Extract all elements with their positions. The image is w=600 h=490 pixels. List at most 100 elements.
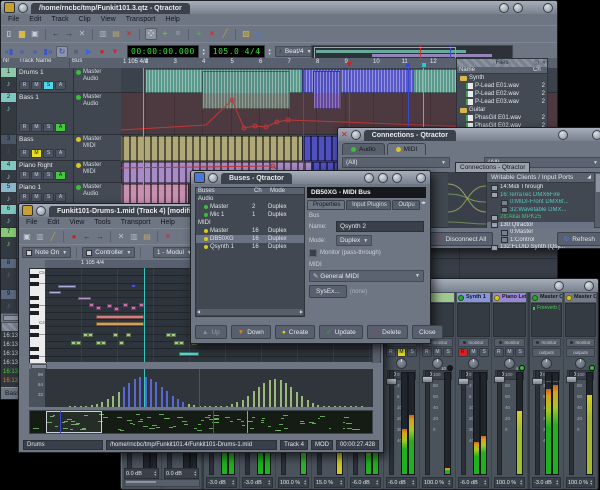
punch-icon[interactable]: ▼ <box>110 47 120 57</box>
track-a-button[interactable]: A <box>55 193 66 202</box>
disconnect-all-button[interactable]: ✕ Disconnect All <box>430 232 493 246</box>
backward-start-icon[interactable]: «▮ <box>4 47 14 57</box>
midi-note[interactable] <box>171 333 176 337</box>
velocity-bar[interactable] <box>236 402 238 407</box>
create-button[interactable]: ● Create <box>275 325 315 339</box>
strip-r-button[interactable]: R <box>422 348 432 357</box>
black-key[interactable] <box>30 333 39 337</box>
file-item[interactable]: Guitar <box>457 106 547 114</box>
black-key[interactable] <box>30 311 39 315</box>
time-spinner[interactable]: ▲ ▼ <box>202 48 206 56</box>
monitor-checkbox[interactable] <box>309 249 317 257</box>
midi-note[interactable] <box>114 307 119 311</box>
midi-note[interactable] <box>58 285 76 288</box>
fader-track[interactable] <box>389 370 394 475</box>
cut-icon[interactable]: ✕ <box>116 232 126 242</box>
paste-icon[interactable]: ▤ <box>142 232 152 242</box>
midi-note[interactable] <box>96 315 144 319</box>
col-nr[interactable]: Nr <box>1 58 19 68</box>
edit-draw-icon[interactable]: ╱ <box>48 232 58 242</box>
strip-m-button[interactable]: M <box>433 348 443 357</box>
velocity-bar[interactable] <box>69 406 71 408</box>
bus-item[interactable]: Qsynth 1 16 Duplex <box>196 243 304 251</box>
midi-clip-bass[interactable] <box>121 136 304 161</box>
client-port-item[interactable]: 16:TerraTec DMX6Fire <box>487 192 595 200</box>
strip-label[interactable]: Piano Left <box>493 293 526 302</box>
undo-icon[interactable]: ← <box>51 29 61 39</box>
open-session-icon[interactable]: ▆ <box>17 29 27 39</box>
velocity-bar[interactable] <box>80 406 82 408</box>
monitor-button[interactable]: monitor <box>566 338 595 347</box>
velocity-bar[interactable] <box>74 406 76 408</box>
black-key[interactable] <box>30 274 39 278</box>
plugin-item[interactable]: Freeverb ( <box>533 305 560 311</box>
client-port-item[interactable]: 0:MIDI-Front DMX6f... <box>487 199 595 207</box>
menu-file[interactable]: File <box>8 16 19 23</box>
gain-spinbox[interactable]: 100.0 % ▲ ▼ <box>422 477 453 488</box>
bus-group[interactable]: Audio <box>196 195 304 203</box>
velocity-bar[interactable] <box>312 403 314 407</box>
strip-m-button[interactable]: M <box>505 348 515 357</box>
files-float-icon[interactable]: ◱ <box>534 60 539 66</box>
bus-item[interactable]: Mic 1 1 Duplex <box>196 211 304 219</box>
midi-note[interactable] <box>113 333 118 337</box>
up-button[interactable]: ▲ Up <box>195 325 227 339</box>
plugin-list[interactable] <box>457 303 490 337</box>
close-button[interactable] <box>543 3 553 13</box>
gain-spinbox[interactable]: -6.0 dB ▲ ▼ <box>458 477 489 488</box>
velocity-bar[interactable] <box>274 379 276 407</box>
velocity-bar[interactable] <box>296 392 298 407</box>
connections-titlebar[interactable]: ✕ Connections - Qtractor <box>338 128 600 141</box>
velocity-bar[interactable] <box>128 383 130 407</box>
velocity-bar[interactable] <box>355 406 357 408</box>
strip-s-button[interactable]: S <box>407 348 417 357</box>
strip-s-button[interactable]: S <box>443 348 453 357</box>
menu-clip[interactable]: Clip <box>79 16 91 23</box>
buses-tree-panel[interactable]: Buses Ch Mode Audio Master 2 Duplex Mic 1 1 Du… <box>195 187 305 317</box>
velocity-bar[interactable] <box>263 383 265 407</box>
loop-icon[interactable]: ↻ <box>56 46 68 58</box>
midi-menu-edit[interactable]: Edit <box>47 219 59 226</box>
gain-spinbox[interactable]: -3.0 dB ▲ ▼ <box>532 477 561 488</box>
mixer-minimize[interactable] <box>554 281 564 291</box>
monitor-button[interactable]: monitor <box>494 338 525 347</box>
event-type-combo[interactable]: Note On ▼ <box>22 247 71 258</box>
instrument-combo[interactable]: ✎ General MIDI ▼ <box>309 270 424 282</box>
record-icon[interactable]: ● <box>97 47 107 57</box>
black-key[interactable] <box>30 296 39 300</box>
file-item[interactable]: Synth <box>457 74 547 82</box>
redo-icon[interactable]: → <box>95 232 105 242</box>
velocity-bar[interactable] <box>226 406 228 408</box>
backward-icon[interactable]: « <box>17 47 27 57</box>
strip-s-button[interactable]: S <box>515 348 525 357</box>
velocity-bar[interactable] <box>301 396 303 407</box>
midi-menu-file[interactable]: File <box>26 219 37 226</box>
bus-group[interactable]: MIDI <box>196 219 304 227</box>
properties-icon[interactable]: ▥ <box>35 232 45 242</box>
buses-titlebar[interactable]: Buses - Qtractor <box>191 171 430 184</box>
plugin-list[interactable] <box>565 303 596 337</box>
strip-label[interactable]: Synth 1 <box>457 293 490 302</box>
bus-item[interactable]: DB50XG 16 Duplex <box>196 235 304 243</box>
velocity-bar[interactable] <box>328 406 330 408</box>
new-session-icon[interactable]: ▯ <box>4 29 14 39</box>
track-a-button[interactable]: A <box>55 123 66 132</box>
stop-icon[interactable]: ■ <box>71 47 81 57</box>
track-row[interactable]: 4 ♪ Piano Right R M S A Master MIDI <box>1 161 121 183</box>
gain-spinbox[interactable]: -3.0 dB ▲ ▼ <box>242 477 273 488</box>
midi-note[interactable] <box>179 352 199 356</box>
fader-handle[interactable] <box>386 378 397 385</box>
strip-label[interactable]: Master Ou <box>531 293 562 302</box>
midi-note[interactable] <box>78 297 91 300</box>
fader-handle[interactable] <box>422 376 433 383</box>
overview-viewbox[interactable] <box>46 411 102 433</box>
track-m-button[interactable]: M <box>31 193 42 202</box>
track-add-icon[interactable]: + <box>194 29 204 39</box>
bus-name-input[interactable]: Qsynth 2 <box>336 221 424 232</box>
delete-icon[interactable]: × <box>124 29 134 39</box>
velocity-bar[interactable] <box>204 406 206 408</box>
paste-icon[interactable]: ▤ <box>111 29 121 39</box>
strip-s-button[interactable]: S <box>479 348 489 357</box>
clip-new-icon[interactable]: + <box>160 29 170 39</box>
velocity-bar[interactable] <box>290 387 292 407</box>
